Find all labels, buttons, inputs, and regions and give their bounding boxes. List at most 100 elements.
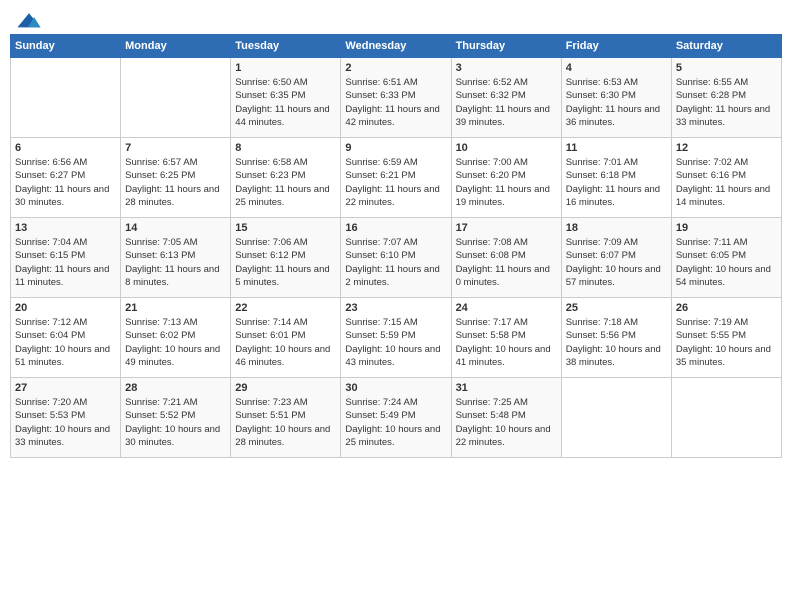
day-number: 28 bbox=[125, 382, 226, 394]
day-info: Sunrise: 6:56 AMSunset: 6:27 PMDaylight:… bbox=[15, 156, 116, 209]
calendar-cell: 26 Sunrise: 7:19 AMSunset: 5:55 PMDayligh… bbox=[671, 298, 781, 378]
day-info: Sunrise: 6:58 AMSunset: 6:23 PMDaylight:… bbox=[235, 156, 336, 209]
weekday-header-friday: Friday bbox=[561, 35, 671, 58]
weekday-header-saturday: Saturday bbox=[671, 35, 781, 58]
day-info: Sunrise: 7:14 AMSunset: 6:01 PMDaylight:… bbox=[235, 316, 336, 369]
day-info: Sunrise: 7:20 AMSunset: 5:53 PMDaylight:… bbox=[15, 396, 116, 449]
logo bbox=[14, 10, 48, 30]
day-number: 6 bbox=[15, 142, 116, 154]
day-number: 12 bbox=[676, 142, 777, 154]
calendar-cell: 1 Sunrise: 6:50 AMSunset: 6:35 PMDaylight… bbox=[231, 58, 341, 138]
day-info: Sunrise: 6:55 AMSunset: 6:28 PMDaylight:… bbox=[676, 76, 777, 129]
day-number: 18 bbox=[566, 222, 667, 234]
calendar-cell: 8 Sunrise: 6:58 AMSunset: 6:23 PMDaylight… bbox=[231, 138, 341, 218]
day-number: 25 bbox=[566, 302, 667, 314]
day-info: Sunrise: 6:59 AMSunset: 6:21 PMDaylight:… bbox=[345, 156, 446, 209]
day-number: 27 bbox=[15, 382, 116, 394]
day-info: Sunrise: 7:23 AMSunset: 5:51 PMDaylight:… bbox=[235, 396, 336, 449]
day-number: 31 bbox=[456, 382, 557, 394]
day-number: 8 bbox=[235, 142, 336, 154]
calendar-cell: 12 Sunrise: 7:02 AMSunset: 6:16 PMDayligh… bbox=[671, 138, 781, 218]
day-number: 24 bbox=[456, 302, 557, 314]
calendar-cell bbox=[671, 378, 781, 458]
day-info: Sunrise: 7:01 AMSunset: 6:18 PMDaylight:… bbox=[566, 156, 667, 209]
calendar-cell: 23 Sunrise: 7:15 AMSunset: 5:59 PMDayligh… bbox=[341, 298, 451, 378]
day-number: 22 bbox=[235, 302, 336, 314]
calendar-cell: 2Sunrise: 6:51 AMSunset: 6:33 PMDaylight… bbox=[341, 58, 451, 138]
day-info: Sunrise: 6:53 AMSunset: 6:30 PMDaylight:… bbox=[566, 76, 667, 129]
page-header bbox=[10, 10, 782, 30]
day-number: 19 bbox=[676, 222, 777, 234]
day-number: 15 bbox=[235, 222, 336, 234]
day-number: 9 bbox=[345, 142, 446, 154]
calendar-cell bbox=[11, 58, 121, 138]
day-number: 13 bbox=[15, 222, 116, 234]
calendar-cell: 15 Sunrise: 7:06 AMSunset: 6:12 PMDayligh… bbox=[231, 218, 341, 298]
calendar-cell: 29 Sunrise: 7:23 AMSunset: 5:51 PMDayligh… bbox=[231, 378, 341, 458]
day-info: Sunrise: 7:08 AMSunset: 6:08 PMDaylight:… bbox=[456, 236, 557, 289]
calendar-cell: 18 Sunrise: 7:09 AMSunset: 6:07 PMDayligh… bbox=[561, 218, 671, 298]
calendar-cell: 21 Sunrise: 7:13 AMSunset: 6:02 PMDayligh… bbox=[121, 298, 231, 378]
day-number: 16 bbox=[345, 222, 446, 234]
calendar-cell: 31 Sunrise: 7:25 AMSunset: 5:48 PMDayligh… bbox=[451, 378, 561, 458]
calendar-cell bbox=[121, 58, 231, 138]
day-info: Sunrise: 7:21 AMSunset: 5:52 PMDaylight:… bbox=[125, 396, 226, 449]
day-number: 4 bbox=[566, 62, 667, 74]
day-number: 3 bbox=[456, 62, 557, 74]
day-number: 17 bbox=[456, 222, 557, 234]
day-info: Sunrise: 7:24 AMSunset: 5:49 PMDaylight:… bbox=[345, 396, 446, 449]
calendar-cell: 27 Sunrise: 7:20 AMSunset: 5:53 PMDayligh… bbox=[11, 378, 121, 458]
day-number: 30 bbox=[345, 382, 446, 394]
weekday-header-thursday: Thursday bbox=[451, 35, 561, 58]
day-number: 20 bbox=[15, 302, 116, 314]
calendar-cell: 28 Sunrise: 7:21 AMSunset: 5:52 PMDayligh… bbox=[121, 378, 231, 458]
day-number: 14 bbox=[125, 222, 226, 234]
calendar-cell: 19 Sunrise: 7:11 AMSunset: 6:05 PMDayligh… bbox=[671, 218, 781, 298]
calendar-cell: 17 Sunrise: 7:08 AMSunset: 6:08 PMDayligh… bbox=[451, 218, 561, 298]
calendar-cell: 13 Sunrise: 7:04 AMSunset: 6:15 PMDayligh… bbox=[11, 218, 121, 298]
day-info: Sunrise: 7:12 AMSunset: 6:04 PMDaylight:… bbox=[15, 316, 116, 369]
day-number: 29 bbox=[235, 382, 336, 394]
day-info: Sunrise: 6:52 AMSunset: 6:32 PMDaylight:… bbox=[456, 76, 557, 129]
day-info: Sunrise: 6:50 AMSunset: 6:35 PMDaylight:… bbox=[235, 76, 336, 129]
calendar-cell: 11 Sunrise: 7:01 AMSunset: 6:18 PMDayligh… bbox=[561, 138, 671, 218]
calendar-cell: 4 Sunrise: 6:53 AMSunset: 6:30 PMDaylight… bbox=[561, 58, 671, 138]
calendar-cell: 6 Sunrise: 6:56 AMSunset: 6:27 PMDaylight… bbox=[11, 138, 121, 218]
calendar-cell bbox=[561, 378, 671, 458]
day-number: 23 bbox=[345, 302, 446, 314]
calendar-cell: 30 Sunrise: 7:24 AMSunset: 5:49 PMDayligh… bbox=[341, 378, 451, 458]
weekday-header-sunday: Sunday bbox=[11, 35, 121, 58]
day-info: Sunrise: 7:09 AMSunset: 6:07 PMDaylight:… bbox=[566, 236, 667, 289]
calendar-cell: 3 Sunrise: 6:52 AMSunset: 6:32 PMDaylight… bbox=[451, 58, 561, 138]
calendar-cell: 24 Sunrise: 7:17 AMSunset: 5:58 PMDayligh… bbox=[451, 298, 561, 378]
day-info: Sunrise: 7:11 AMSunset: 6:05 PMDaylight:… bbox=[676, 236, 777, 289]
weekday-header-tuesday: Tuesday bbox=[231, 35, 341, 58]
day-number: 1 bbox=[235, 62, 336, 74]
calendar-cell: 10Sunrise: 7:00 AMSunset: 6:20 PMDayligh… bbox=[451, 138, 561, 218]
calendar-cell: 16Sunrise: 7:07 AMSunset: 6:10 PMDayligh… bbox=[341, 218, 451, 298]
day-info: Sunrise: 7:15 AMSunset: 5:59 PMDaylight:… bbox=[345, 316, 446, 369]
day-info: Sunrise: 7:13 AMSunset: 6:02 PMDaylight:… bbox=[125, 316, 226, 369]
day-number: 21 bbox=[125, 302, 226, 314]
logo-icon bbox=[14, 12, 44, 30]
calendar-cell: 9 Sunrise: 6:59 AMSunset: 6:21 PMDaylight… bbox=[341, 138, 451, 218]
day-number: 7 bbox=[125, 142, 226, 154]
day-number: 5 bbox=[676, 62, 777, 74]
day-number: 2 bbox=[345, 62, 446, 74]
day-info: Sunrise: 7:04 AMSunset: 6:15 PMDaylight:… bbox=[15, 236, 116, 289]
day-info: Sunrise: 7:18 AMSunset: 5:56 PMDaylight:… bbox=[566, 316, 667, 369]
calendar-table: SundayMondayTuesdayWednesdayThursdayFrid… bbox=[10, 34, 782, 458]
day-info: Sunrise: 6:57 AMSunset: 6:25 PMDaylight:… bbox=[125, 156, 226, 209]
day-info: Sunrise: 7:25 AMSunset: 5:48 PMDaylight:… bbox=[456, 396, 557, 449]
calendar-cell: 14 Sunrise: 7:05 AMSunset: 6:13 PMDayligh… bbox=[121, 218, 231, 298]
day-number: 11 bbox=[566, 142, 667, 154]
day-info: Sunrise: 7:17 AMSunset: 5:58 PMDaylight:… bbox=[456, 316, 557, 369]
day-info: Sunrise: 7:19 AMSunset: 5:55 PMDaylight:… bbox=[676, 316, 777, 369]
day-info: Sunrise: 7:00 AMSunset: 6:20 PMDaylight:… bbox=[456, 156, 557, 209]
day-info: Sunrise: 7:05 AMSunset: 6:13 PMDaylight:… bbox=[125, 236, 226, 289]
calendar-cell: 22 Sunrise: 7:14 AMSunset: 6:01 PMDayligh… bbox=[231, 298, 341, 378]
day-info: Sunrise: 7:02 AMSunset: 6:16 PMDaylight:… bbox=[676, 156, 777, 209]
day-info: Sunrise: 7:06 AMSunset: 6:12 PMDaylight:… bbox=[235, 236, 336, 289]
calendar-cell: 7 Sunrise: 6:57 AMSunset: 6:25 PMDaylight… bbox=[121, 138, 231, 218]
day-number: 26 bbox=[676, 302, 777, 314]
